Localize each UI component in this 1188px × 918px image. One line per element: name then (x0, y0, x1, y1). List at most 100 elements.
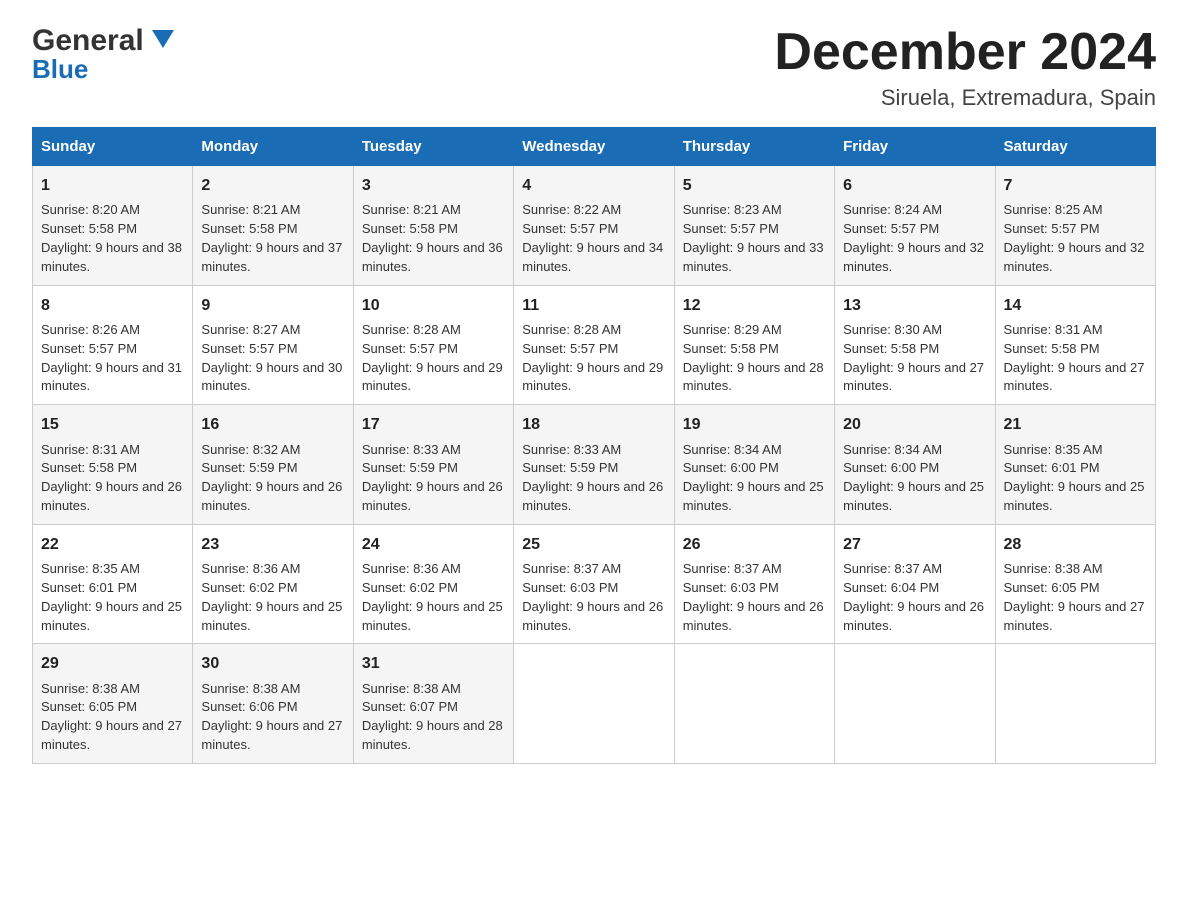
day-number: 25 (522, 533, 665, 556)
calendar-cell: 29 Sunrise: 8:38 AM Sunset: 6:05 PM Dayl… (33, 644, 193, 764)
calendar-cell: 12 Sunrise: 8:29 AM Sunset: 5:58 PM Dayl… (674, 285, 834, 405)
sunset-text: Sunset: 6:00 PM (843, 460, 939, 475)
calendar-cell: 2 Sunrise: 8:21 AM Sunset: 5:58 PM Dayli… (193, 166, 353, 286)
daylight-text: Daylight: 9 hours and 26 minutes. (201, 479, 342, 513)
sunset-text: Sunset: 5:57 PM (683, 221, 779, 236)
sunset-text: Sunset: 5:57 PM (1004, 221, 1100, 236)
daylight-text: Daylight: 9 hours and 29 minutes. (362, 360, 503, 394)
day-number: 16 (201, 413, 344, 436)
day-number: 15 (41, 413, 184, 436)
calendar-cell: 28 Sunrise: 8:38 AM Sunset: 6:05 PM Dayl… (995, 524, 1155, 644)
daylight-text: Daylight: 9 hours and 32 minutes. (1004, 240, 1145, 274)
daylight-text: Daylight: 9 hours and 25 minutes. (41, 599, 182, 633)
month-title: December 2024 (774, 24, 1156, 81)
calendar-cell: 16 Sunrise: 8:32 AM Sunset: 5:59 PM Dayl… (193, 405, 353, 525)
daylight-text: Daylight: 9 hours and 27 minutes. (41, 718, 182, 752)
calendar-cell (995, 644, 1155, 764)
daylight-text: Daylight: 9 hours and 26 minutes. (41, 479, 182, 513)
sunrise-text: Sunrise: 8:25 AM (1004, 202, 1103, 217)
sunrise-text: Sunrise: 8:35 AM (1004, 442, 1103, 457)
sunset-text: Sunset: 5:57 PM (201, 341, 297, 356)
sunrise-text: Sunrise: 8:21 AM (362, 202, 461, 217)
logo-arrow-icon (152, 30, 174, 48)
logo-blue: Blue (32, 54, 88, 85)
calendar-cell: 17 Sunrise: 8:33 AM Sunset: 5:59 PM Dayl… (353, 405, 513, 525)
sunrise-text: Sunrise: 8:37 AM (843, 561, 942, 576)
sunset-text: Sunset: 5:57 PM (362, 341, 458, 356)
day-number: 3 (362, 174, 505, 197)
calendar-cell: 1 Sunrise: 8:20 AM Sunset: 5:58 PM Dayli… (33, 166, 193, 286)
logo-text: General (32, 24, 174, 58)
day-number: 30 (201, 652, 344, 675)
day-number: 5 (683, 174, 826, 197)
col-friday: Friday (835, 128, 995, 166)
daylight-text: Daylight: 9 hours and 34 minutes. (522, 240, 663, 274)
calendar-cell: 20 Sunrise: 8:34 AM Sunset: 6:00 PM Dayl… (835, 405, 995, 525)
sunrise-text: Sunrise: 8:28 AM (522, 322, 621, 337)
sunset-text: Sunset: 5:58 PM (41, 460, 137, 475)
sunset-text: Sunset: 6:02 PM (201, 580, 297, 595)
day-number: 4 (522, 174, 665, 197)
sunrise-text: Sunrise: 8:38 AM (362, 681, 461, 696)
sunrise-text: Sunrise: 8:26 AM (41, 322, 140, 337)
day-number: 17 (362, 413, 505, 436)
sunrise-text: Sunrise: 8:36 AM (201, 561, 300, 576)
sunset-text: Sunset: 5:59 PM (522, 460, 618, 475)
day-number: 11 (522, 294, 665, 317)
day-number: 8 (41, 294, 184, 317)
daylight-text: Daylight: 9 hours and 27 minutes. (201, 718, 342, 752)
col-monday: Monday (193, 128, 353, 166)
calendar-cell (514, 644, 674, 764)
day-number: 20 (843, 413, 986, 436)
week-row-1: 1 Sunrise: 8:20 AM Sunset: 5:58 PM Dayli… (33, 166, 1156, 286)
sunset-text: Sunset: 6:00 PM (683, 460, 779, 475)
sunset-text: Sunset: 6:05 PM (1004, 580, 1100, 595)
daylight-text: Daylight: 9 hours and 25 minutes. (843, 479, 984, 513)
sunrise-text: Sunrise: 8:31 AM (41, 442, 140, 457)
day-number: 23 (201, 533, 344, 556)
sunset-text: Sunset: 6:06 PM (201, 699, 297, 714)
daylight-text: Daylight: 9 hours and 38 minutes. (41, 240, 182, 274)
calendar-cell: 22 Sunrise: 8:35 AM Sunset: 6:01 PM Dayl… (33, 524, 193, 644)
sunrise-text: Sunrise: 8:24 AM (843, 202, 942, 217)
day-number: 2 (201, 174, 344, 197)
sunrise-text: Sunrise: 8:27 AM (201, 322, 300, 337)
sunrise-text: Sunrise: 8:29 AM (683, 322, 782, 337)
sunrise-text: Sunrise: 8:38 AM (41, 681, 140, 696)
calendar-cell (674, 644, 834, 764)
sunset-text: Sunset: 5:58 PM (843, 341, 939, 356)
daylight-text: Daylight: 9 hours and 27 minutes. (1004, 599, 1145, 633)
sunset-text: Sunset: 5:58 PM (1004, 341, 1100, 356)
sunrise-text: Sunrise: 8:34 AM (843, 442, 942, 457)
day-number: 22 (41, 533, 184, 556)
calendar-cell: 15 Sunrise: 8:31 AM Sunset: 5:58 PM Dayl… (33, 405, 193, 525)
sunrise-text: Sunrise: 8:31 AM (1004, 322, 1103, 337)
calendar-cell: 6 Sunrise: 8:24 AM Sunset: 5:57 PM Dayli… (835, 166, 995, 286)
sunset-text: Sunset: 6:03 PM (522, 580, 618, 595)
daylight-text: Daylight: 9 hours and 27 minutes. (1004, 360, 1145, 394)
daylight-text: Daylight: 9 hours and 25 minutes. (1004, 479, 1145, 513)
calendar-cell: 11 Sunrise: 8:28 AM Sunset: 5:57 PM Dayl… (514, 285, 674, 405)
daylight-text: Daylight: 9 hours and 32 minutes. (843, 240, 984, 274)
week-row-3: 15 Sunrise: 8:31 AM Sunset: 5:58 PM Dayl… (33, 405, 1156, 525)
calendar-cell: 9 Sunrise: 8:27 AM Sunset: 5:57 PM Dayli… (193, 285, 353, 405)
col-sunday: Sunday (33, 128, 193, 166)
day-number: 6 (843, 174, 986, 197)
sunset-text: Sunset: 5:57 PM (522, 341, 618, 356)
calendar-cell: 31 Sunrise: 8:38 AM Sunset: 6:07 PM Dayl… (353, 644, 513, 764)
sunset-text: Sunset: 6:02 PM (362, 580, 458, 595)
col-thursday: Thursday (674, 128, 834, 166)
title-block: December 2024 Siruela, Extremadura, Spai… (774, 24, 1156, 111)
daylight-text: Daylight: 9 hours and 28 minutes. (683, 360, 824, 394)
day-number: 18 (522, 413, 665, 436)
logo: General Blue (32, 24, 174, 85)
day-number: 1 (41, 174, 184, 197)
sunset-text: Sunset: 5:57 PM (522, 221, 618, 236)
sunrise-text: Sunrise: 8:38 AM (1004, 561, 1103, 576)
sunrise-text: Sunrise: 8:34 AM (683, 442, 782, 457)
calendar-cell: 18 Sunrise: 8:33 AM Sunset: 5:59 PM Dayl… (514, 405, 674, 525)
sunset-text: Sunset: 6:01 PM (41, 580, 137, 595)
sunrise-text: Sunrise: 8:30 AM (843, 322, 942, 337)
sunset-text: Sunset: 6:01 PM (1004, 460, 1100, 475)
daylight-text: Daylight: 9 hours and 25 minutes. (683, 479, 824, 513)
